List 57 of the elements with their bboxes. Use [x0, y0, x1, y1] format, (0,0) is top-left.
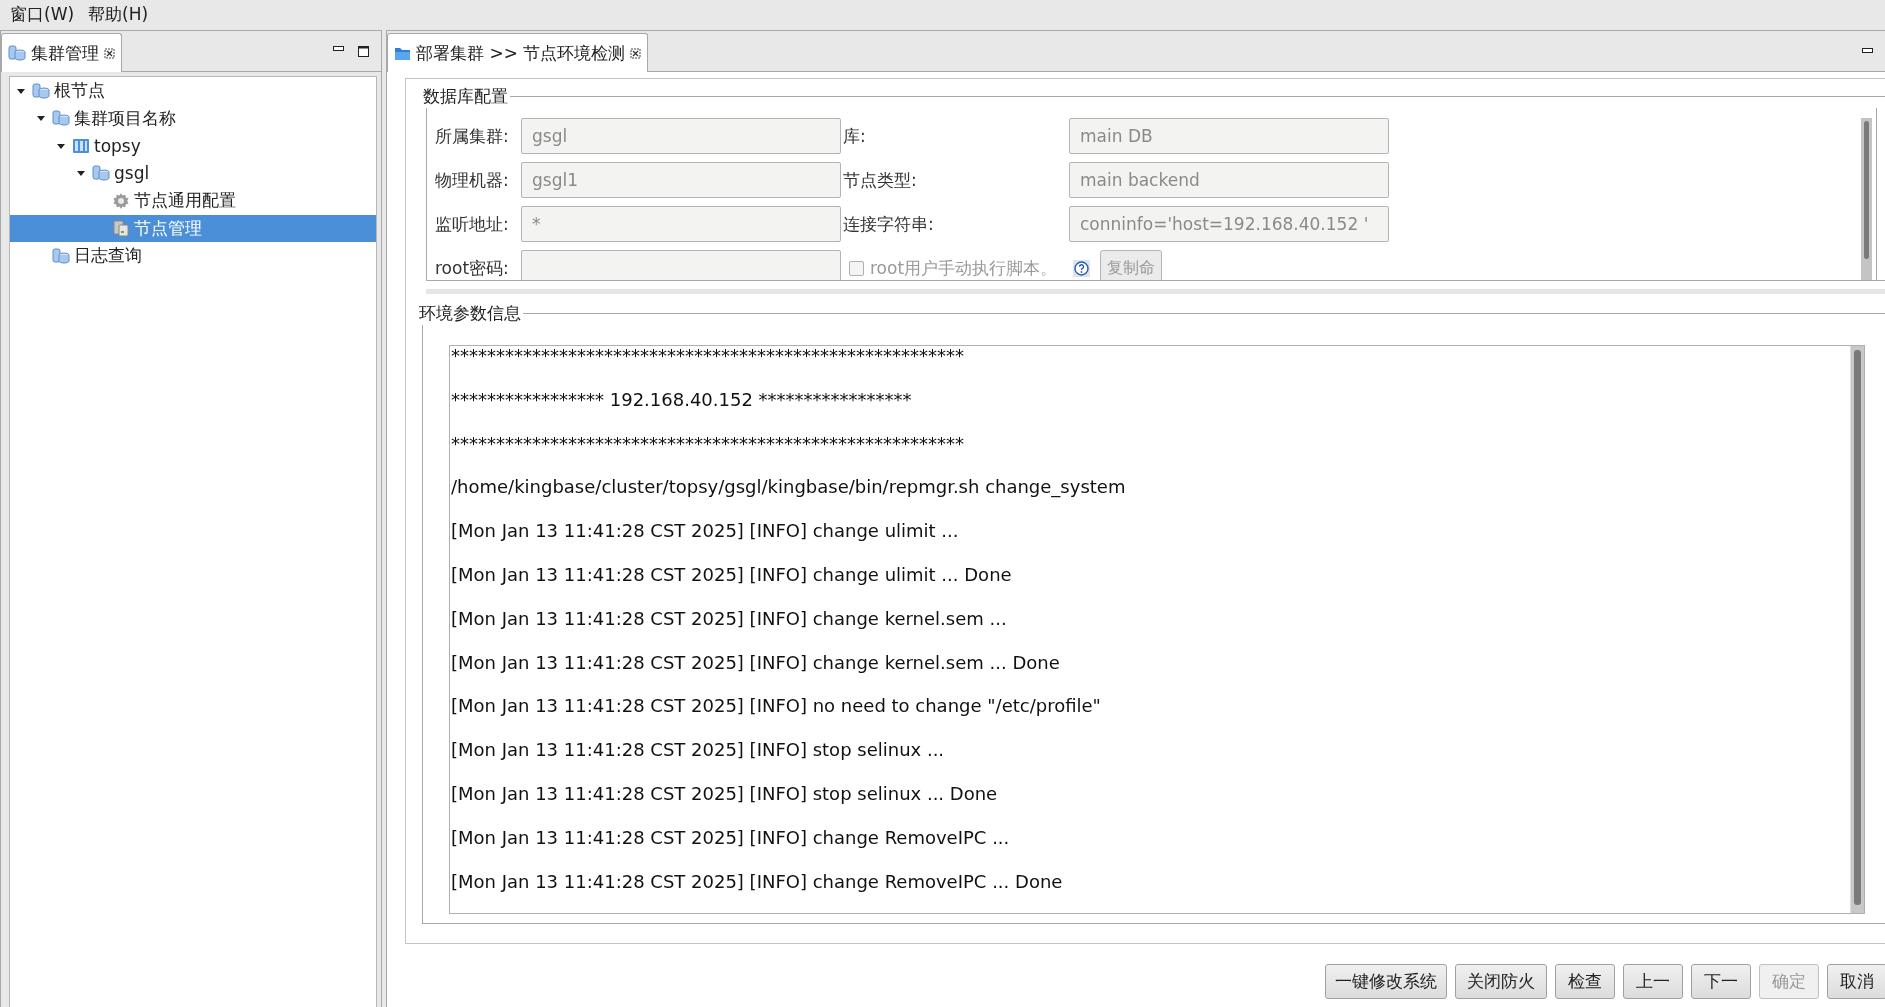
help-icon[interactable]: [1073, 259, 1091, 277]
minimize-icon[interactable]: [1862, 48, 1873, 54]
log-line: [Mon Jan 13 11:41:28 CST 2025] [INFO] no need to change "/etc/profile": [450, 696, 1102, 719]
action-button[interactable]: 取消: [1827, 964, 1885, 999]
log-line: *********************************************************: [450, 346, 965, 368]
field-label: 库:: [843, 124, 867, 148]
maximize-icon[interactable]: [358, 45, 369, 57]
log-line: [Mon Jan 13 11:41:28 CST 2025] [INFO] change RemoveIPC ... Done: [450, 871, 1064, 894]
field-label: 监听地址:: [435, 212, 510, 236]
action-button[interactable]: 下一: [1691, 964, 1751, 999]
text-field[interactable]: [521, 250, 841, 280]
database-icon: [52, 109, 70, 128]
group-title: 数据库配置: [422, 85, 509, 108]
field-label: 节点类型:: [843, 168, 918, 192]
database-icon: [32, 81, 50, 100]
group-title: 环境参数信息: [418, 302, 522, 325]
tree-item[interactable]: 日志查询: [10, 242, 376, 270]
close-icon[interactable]: [104, 47, 115, 59]
gear-icon: [112, 191, 130, 210]
log-line: [Mon Jan 13 11:41:28 CST 2025] [INFO] change kernel.sem ... Done: [450, 652, 1061, 675]
action-button[interactable]: 关闭防火: [1455, 964, 1547, 999]
checkbox-label: root用户手动执行脚本。: [870, 256, 1058, 280]
document-icon: [112, 219, 130, 238]
field-label: 连接字符串:: [843, 212, 935, 236]
log-line: [Mon Jan 13 11:41:28 CST 2025] [INFO] change ulimit ... Done: [450, 565, 1013, 587]
minimize-icon[interactable]: [333, 45, 344, 52]
database-icon: [92, 164, 110, 183]
tree-item[interactable]: 根节点: [10, 77, 376, 105]
tree-item[interactable]: 集群项目名称: [10, 104, 376, 132]
log-line: /home/kingbase/cluster/topsy/gsgl/kingbase/bin/repmgr.sh change_system: [450, 477, 1127, 500]
log-line: [Mon Jan 13 11:41:28 CST 2025] [INFO] change ulimit ...: [450, 521, 960, 544]
field-label: 物理机器:: [435, 168, 510, 192]
close-icon[interactable]: [630, 47, 642, 59]
tree-item[interactable]: topsy: [10, 132, 376, 160]
log-line: [Mon Jan 13 11:41:28 CST 2025] [INFO] stop selinux ... Done: [450, 783, 999, 806]
menu-item[interactable]: 窗口(W): [4, 0, 81, 28]
scrollbar[interactable]: [1861, 118, 1872, 280]
database-icon: [52, 246, 70, 265]
log-line: *********************************************************: [450, 433, 965, 456]
log-line: [Mon Jan 13 11:41:28 CST 2025] [INFO] change RemoveIPC ...: [450, 827, 1011, 850]
action-button[interactable]: 一键修改系统: [1325, 964, 1447, 999]
action-button[interactable]: 上一: [1623, 964, 1683, 999]
scrollbar[interactable]: [1850, 346, 1864, 913]
folder-icon: [394, 45, 411, 61]
menu-item[interactable]: 帮助(H): [82, 0, 155, 28]
view-tab[interactable]: 集群管理: [1, 33, 122, 72]
action-button[interactable]: 检查: [1555, 964, 1615, 999]
server-icon: [72, 136, 90, 155]
view-tab[interactable]: 部署集群 >> 节点环境检测: [387, 33, 649, 72]
cluster-icon: [8, 44, 26, 62]
log-line: ***************** 192.168.40.152 *****************: [450, 389, 913, 412]
field-label: 所属集群:: [435, 124, 510, 148]
tree-item[interactable]: 节点通用配置: [10, 187, 376, 215]
log-line: [Mon Jan 13 11:41:28 CST 2025] [INFO] stop selinux ...: [450, 740, 946, 763]
log-line: [Mon Jan 13 11:41:28 CST 2025] [INFO] change kernel.sem ...: [450, 608, 1008, 631]
tree-item[interactable]: gsgl: [10, 159, 376, 187]
field-label: root密码:: [435, 256, 510, 280]
